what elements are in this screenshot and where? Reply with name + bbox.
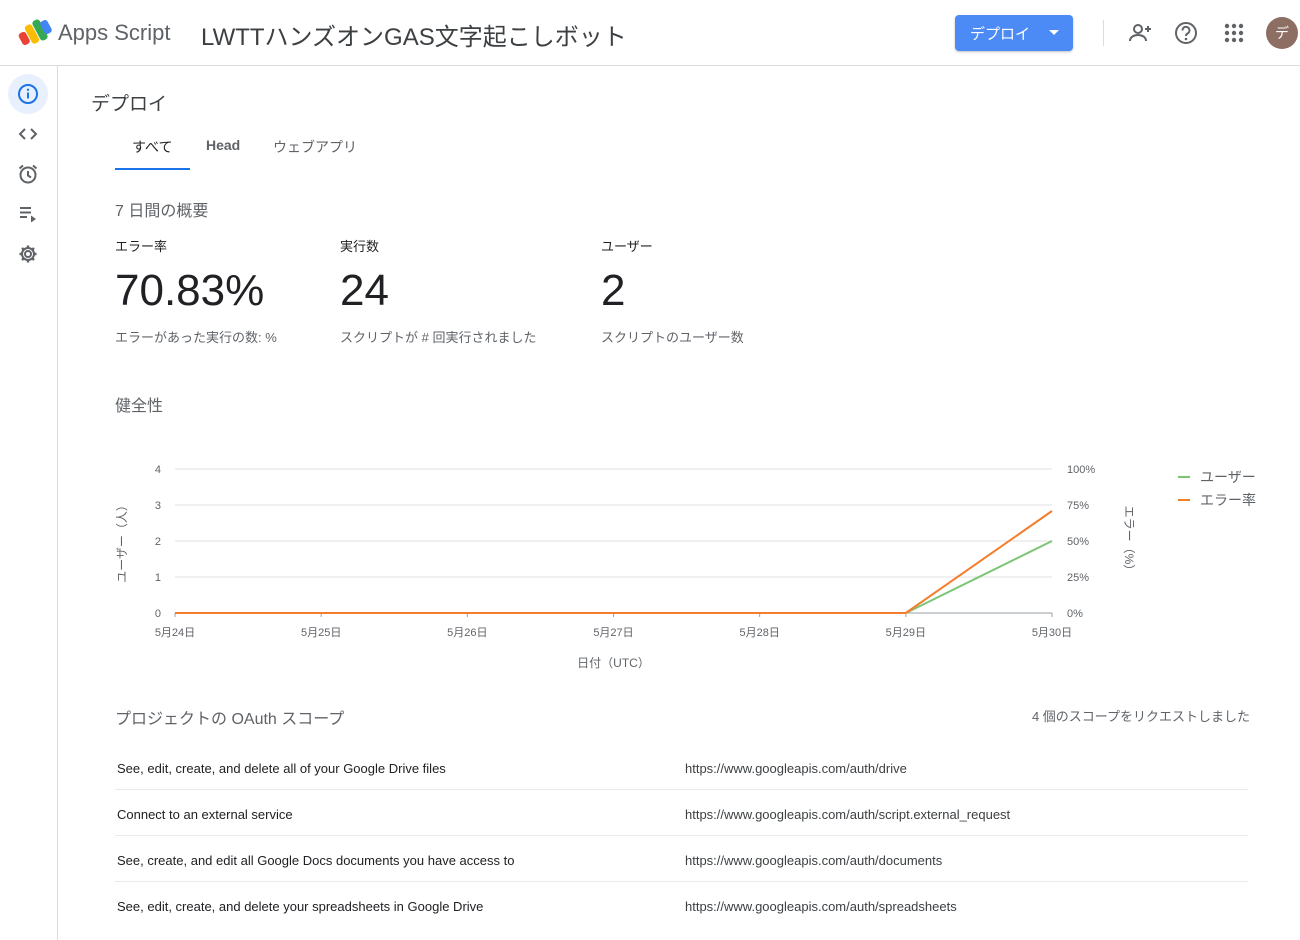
nav-editor[interactable] bbox=[8, 114, 48, 154]
health-chart: 0 1 2 3 4 0% 25% 50% 75% 100% 5月24日 5月25日 5月26日 5月27日… bbox=[108, 456, 1258, 676]
table-row: See, edit, create, and delete all of you… bbox=[115, 744, 1248, 790]
x-tick-label: 5月27日 bbox=[593, 627, 633, 639]
playlist-icon bbox=[20, 207, 36, 223]
main-content: デプロイ すべて Head ウェブアプリ 7 日間の概要 エラー率 70.83%… bbox=[58, 66, 1300, 940]
scope-url: https://www.googleapis.com/auth/drive bbox=[685, 761, 907, 776]
y-right-tick-label: 50% bbox=[1067, 536, 1089, 548]
scope-url: https://www.googleapis.com/auth/script.e… bbox=[685, 807, 1011, 822]
stat-value: 70.83% bbox=[115, 266, 265, 315]
y-left-tick-label: 0 bbox=[155, 608, 161, 620]
y-left-tick-label: 1 bbox=[155, 572, 161, 584]
y-left-tick-label: 2 bbox=[155, 536, 161, 548]
stat-label: 実行数 bbox=[340, 239, 380, 254]
top-app-bar: Apps Script LWTTハンズオンGAS文字起こしボット デプロイ デ bbox=[0, 0, 1300, 66]
add-person-icon[interactable] bbox=[1127, 20, 1153, 46]
x-tick-label: 5月30日 bbox=[1032, 627, 1072, 639]
health-chart-svg: 0 1 2 3 4 0% 25% 50% 75% 100% 5月24日 5月25日 5月26日 5月27日… bbox=[115, 464, 1256, 670]
scope-description: See, edit, create, and delete all of you… bbox=[117, 761, 446, 776]
x-tick-label: 5月26日 bbox=[447, 627, 487, 639]
help-icon[interactable] bbox=[1173, 20, 1199, 46]
stat-label: ユーザー bbox=[601, 239, 653, 254]
project-title[interactable]: LWTTハンズオンGAS文字起こしボット bbox=[201, 17, 627, 52]
stat-value: 24 bbox=[340, 266, 389, 315]
y-left-axis-title: ユーザー（人） bbox=[115, 499, 129, 583]
alarm-clock-icon bbox=[18, 164, 38, 184]
x-tick-label: 5月29日 bbox=[886, 627, 926, 639]
oauth-scopes-count: 4 個のスコープをリクエストしました bbox=[1031, 709, 1250, 724]
app-name[interactable]: Apps Script bbox=[58, 20, 171, 46]
y-right-tick-label: 100% bbox=[1067, 464, 1095, 476]
stat-description: スクリプトのユーザー数 bbox=[601, 330, 744, 345]
table-row: See, create, and edit all Google Docs do… bbox=[115, 836, 1248, 882]
stat-users: ユーザー 2 スクリプトのユーザー数 bbox=[601, 236, 744, 346]
y-right-axis-title: エラー（%） bbox=[1122, 506, 1136, 577]
code-icon bbox=[18, 128, 38, 140]
oauth-scopes-table: See, edit, create, and delete all of you… bbox=[115, 744, 1248, 928]
info-icon bbox=[18, 84, 38, 104]
stat-value: 2 bbox=[601, 266, 626, 315]
health-title: 健全性 bbox=[115, 398, 164, 415]
legend-label: ユーザー bbox=[1200, 469, 1256, 485]
y-left-tick-label: 4 bbox=[155, 464, 161, 476]
gear-icon bbox=[19, 245, 37, 263]
y-right-tick-label: 25% bbox=[1067, 572, 1089, 584]
y-right-tick-label: 75% bbox=[1067, 500, 1089, 512]
nav-executions[interactable] bbox=[8, 194, 48, 234]
tab-all[interactable]: すべて bbox=[132, 137, 172, 171]
y-left-tick-label: 3 bbox=[155, 500, 161, 512]
oauth-scopes-title: プロジェクトの OAuth スコープ bbox=[115, 711, 345, 728]
avatar[interactable]: デ bbox=[1266, 17, 1298, 49]
scope-url: https://www.googleapis.com/auth/document… bbox=[685, 853, 943, 868]
scope-description: Connect to an external service bbox=[117, 807, 293, 822]
deploy-button[interactable]: デプロイ bbox=[955, 15, 1073, 51]
nav-settings[interactable] bbox=[8, 234, 48, 274]
tab-head[interactable]: Head bbox=[206, 137, 240, 171]
table-row: Connect to an external service https://w… bbox=[115, 790, 1248, 836]
x-tick-label: 5月25日 bbox=[301, 627, 341, 639]
y-right-tick-label: 0% bbox=[1067, 608, 1083, 620]
stat-label: エラー率 bbox=[115, 239, 168, 254]
apps-script-logo-icon[interactable] bbox=[18, 17, 52, 47]
scope-description: See, create, and edit all Google Docs do… bbox=[117, 853, 515, 868]
stat-description: エラーがあった実行の数: % bbox=[115, 330, 277, 345]
apps-grid-icon[interactable] bbox=[1221, 20, 1247, 46]
table-row: See, edit, create, and delete your sprea… bbox=[115, 882, 1248, 928]
series-line bbox=[175, 510, 1053, 614]
scope-url: https://www.googleapis.com/auth/spreadsh… bbox=[685, 899, 957, 914]
deploy-button-label: デプロイ bbox=[970, 25, 1031, 43]
chevron-down-icon bbox=[1049, 30, 1059, 35]
legend-label: エラー率 bbox=[1200, 492, 1256, 508]
x-tick-label: 5月24日 bbox=[155, 627, 195, 639]
tab-web-app[interactable]: ウェブアプリ bbox=[273, 137, 357, 171]
stat-description: スクリプトが # 回実行されました bbox=[340, 330, 537, 345]
x-axis-title: 日付（UTC） bbox=[577, 656, 650, 670]
side-navigation bbox=[0, 66, 58, 940]
active-tab-indicator bbox=[115, 168, 190, 170]
stat-error-rate: エラー率 70.83% エラーがあった実行の数: % bbox=[115, 236, 277, 346]
page-title: デプロイ bbox=[91, 94, 168, 115]
x-tick-label: 5月28日 bbox=[739, 627, 779, 639]
toolbar-divider bbox=[1103, 20, 1104, 46]
nav-triggers[interactable] bbox=[8, 154, 48, 194]
summary-title: 7 日間の概要 bbox=[115, 203, 209, 220]
nav-overview[interactable] bbox=[8, 74, 48, 114]
stat-executions: 実行数 24 スクリプトが # 回実行されました bbox=[340, 236, 536, 346]
scope-description: See, edit, create, and delete your sprea… bbox=[117, 899, 484, 914]
